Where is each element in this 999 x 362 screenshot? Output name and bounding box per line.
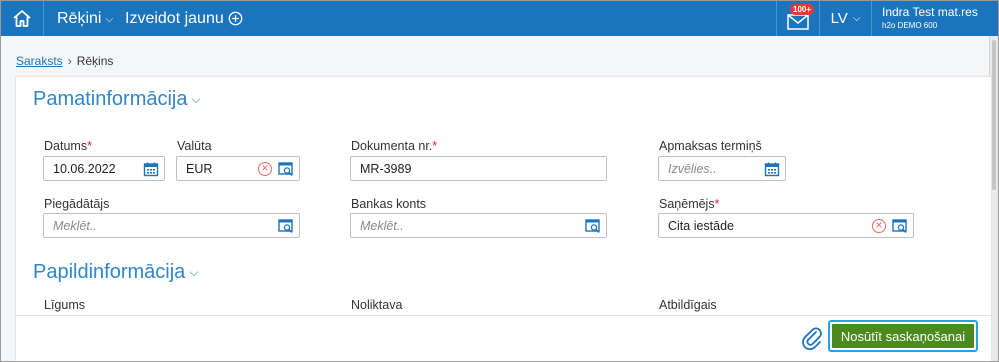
section-basic-info-title: Pamatinformācija [33,88,188,110]
send-for-approval-button[interactable]: Nosūtīt saskaņošanai [828,320,978,352]
breadcrumb: Saraksts › Rēķins [16,54,113,68]
section-extra-info-toggle[interactable]: Papildinformācija ⌵ [33,261,198,284]
user-menu[interactable]: Indra Test mat.res h2o DEMO 600 [871,1,998,36]
date-label: Datums* [44,139,92,153]
clear-icon[interactable]: ✕ [872,218,886,233]
breadcrumb-current: Rēķins [76,54,114,68]
language-label: LV [830,10,848,27]
clear-icon[interactable]: ✕ [258,161,272,176]
section-basic-info-toggle[interactable]: Pamatinformācija ⌵ [33,88,201,111]
payment-term-label: Apmaksas termiņš [659,139,762,153]
responsible-label: Atbildīgais [659,298,717,312]
mail-icon [787,13,809,30]
attach-file-button[interactable] [801,326,823,350]
chevron-down-icon: ⌵ [191,92,201,107]
document-number-value: MR-3989 [360,161,412,176]
unread-count-badge: 100+ [790,4,815,15]
paperclip-icon [802,327,822,350]
recipient-field[interactable]: Cita iestāde ✕ [658,213,914,238]
scrollbar-thumb[interactable] [992,40,996,190]
chevron-down-icon: ⌵ [852,13,861,24]
chevron-down-icon: ⌵ [189,265,199,280]
form-footer-bar: Nosūtīt saskaņošanai [16,315,991,361]
search-list-icon[interactable] [277,217,295,235]
search-list-icon[interactable] [584,217,602,235]
bank-account-label: Bankas konts [351,197,427,211]
date-field[interactable]: 10.06.2022 [43,156,165,181]
supplier-placeholder: Meklēt.. [53,218,97,233]
plus-circle-icon [228,11,243,26]
search-list-icon[interactable] [891,217,909,235]
payment-term-placeholder: Izvēlies.. [668,161,717,176]
currency-label: Valūta [177,139,212,153]
supplier-label: Piegādātājs [44,197,110,211]
nav-create-label: Izveidot jaunu [125,9,224,27]
send-for-approval-label: Nosūtīt saskaņošanai [832,324,974,348]
warehouse-label: Noliktava [351,298,403,312]
currency-field[interactable]: EUR ✕ [176,156,300,181]
user-organization: h2o DEMO 600 [882,21,938,30]
recipient-label: Saņēmējs* [659,197,720,211]
section-extra-info-title: Papildinformācija [33,261,186,283]
home-button[interactable] [1,1,44,36]
recipient-value: Cita iestāde [668,218,735,233]
nav-invoices-label: Rēķini [57,9,102,27]
messages-button[interactable]: 100+ [776,1,819,36]
calendar-icon[interactable] [142,160,160,178]
payment-term-field[interactable]: Izvēlies.. [658,156,786,181]
search-list-icon[interactable] [277,160,295,178]
calendar-icon[interactable] [763,160,781,178]
user-name: Indra Test mat.res [882,5,978,19]
bank-account-search-field[interactable]: Meklēt.. [350,213,607,238]
contract-label: Līgums [44,298,85,312]
document-number-label: Dokumenta nr.* [351,139,438,153]
currency-value: EUR [186,161,213,176]
supplier-search-field[interactable]: Meklēt.. [43,213,300,238]
home-icon [13,10,31,27]
language-selector[interactable]: LV ⌵ [819,1,871,36]
top-navigation-bar: Rēķini ⌵ Izveidot jaunu 100+ LV ⌵ Indra … [1,1,998,36]
nav-invoices-menu[interactable]: Rēķini ⌵ [57,1,113,36]
nav-create-new[interactable]: Izveidot jaunu [125,1,243,36]
breadcrumb-list-link[interactable]: Saraksts [16,54,63,68]
bank-account-placeholder: Meklēt.. [360,218,404,233]
document-number-field[interactable]: MR-3989 [350,156,607,181]
date-value: 10.06.2022 [53,161,116,176]
breadcrumb-separator: › [67,54,72,68]
chevron-down-icon: ⌵ [105,14,114,25]
app-window: Rēķini ⌵ Izveidot jaunu 100+ LV ⌵ Indra … [0,0,999,362]
